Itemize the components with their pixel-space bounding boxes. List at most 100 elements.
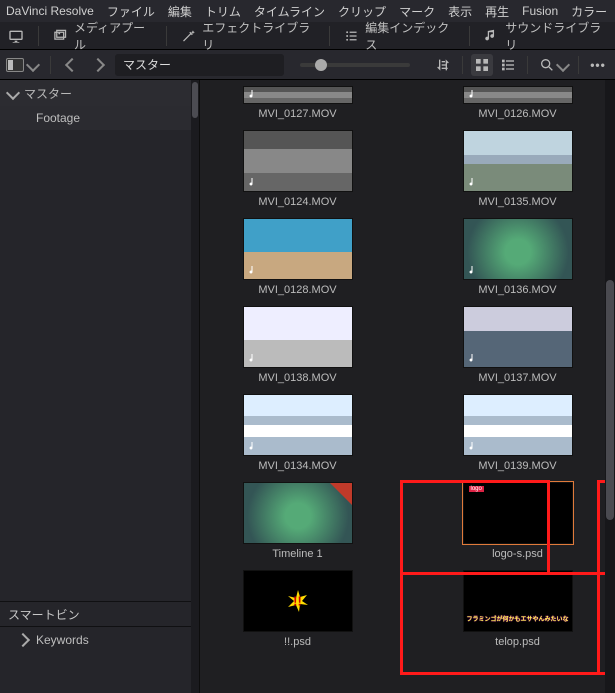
timeline-badge-icon [330, 483, 352, 505]
layout-icon [8, 28, 24, 44]
nav-back-button[interactable] [63, 56, 81, 74]
menu-color[interactable]: カラー [571, 3, 607, 20]
grid-icon [474, 57, 490, 73]
sort-button[interactable] [432, 54, 454, 76]
chevron-right-icon [16, 633, 30, 647]
list-view-icon [500, 57, 516, 73]
clip-thumbnail [243, 86, 353, 104]
master-bin-header[interactable]: マスター [0, 80, 199, 106]
clip-thumbnail [243, 482, 353, 544]
clip-name: telop.psd [434, 636, 602, 648]
menu-view[interactable]: 表示 [448, 3, 472, 20]
media-pool-label: メディアプール [74, 19, 152, 53]
body: マスター Footage スマートビン Keywords MVI_0127.MO… [0, 80, 615, 693]
chevron-down-icon [555, 57, 569, 71]
app-name[interactable]: DaVinci Resolve [6, 4, 94, 18]
search-button[interactable] [536, 54, 570, 76]
menu-timeline[interactable]: タイムライン [254, 3, 325, 20]
audio-icon [248, 440, 260, 452]
telop-text: フラミンゴが何かもエサやんみたいな [464, 614, 572, 623]
thumbnail-view-button[interactable] [471, 54, 493, 76]
audio-icon [248, 88, 260, 100]
clip-thumbnail [463, 218, 573, 280]
clip-item-timeline[interactable]: Timeline 1 [214, 482, 382, 560]
menu-clip[interactable]: クリップ [338, 3, 386, 20]
clip-item[interactable]: MVI_0134.MOV [214, 394, 382, 472]
clip-item-bang-psd[interactable]: !! !!.psd [214, 570, 382, 648]
chevron-left-icon [65, 57, 79, 71]
clip-item-telop-psd[interactable]: フラミンゴが何かもエサやんみたいな telop.psd [434, 570, 602, 648]
main-toolbar: メディアプール エフェクトライブラリ 編集インデックス サウンドライブラリ [0, 22, 615, 50]
master-bin-label: マスター [24, 85, 72, 102]
clip-item[interactable]: MVI_0136.MOV [434, 218, 602, 296]
clip-thumbnail [243, 130, 353, 192]
options-button[interactable]: ••• [587, 54, 609, 76]
menu-playback[interactable]: 再生 [485, 3, 509, 20]
clip-item-logo-psd[interactable]: logo logo-s.psd [434, 482, 602, 560]
content-scrollbar[interactable] [605, 80, 615, 693]
path-text: マスター [123, 56, 171, 73]
scrollbar-thumb[interactable] [606, 280, 614, 520]
browser-toolbar: マスター ••• [0, 50, 615, 80]
panel-layout-button[interactable] [6, 58, 38, 72]
clip-name: logo-s.psd [434, 548, 602, 560]
clip-name: MVI_0137.MOV [434, 372, 602, 384]
clip-name: MVI_0138.MOV [214, 372, 382, 384]
bin-sidebar: マスター Footage スマートビン Keywords [0, 80, 200, 693]
path-field[interactable]: マスター [115, 54, 284, 76]
clip-item[interactable]: MVI_0138.MOV [214, 306, 382, 384]
clip-item[interactable]: MVI_0126.MOV [434, 86, 602, 120]
menu-fusion[interactable]: Fusion [522, 4, 558, 18]
effects-library-label: エフェクトライブラリ [202, 19, 315, 53]
audio-icon [468, 440, 480, 452]
audio-icon [468, 352, 480, 364]
menu-edit[interactable]: 編集 [168, 3, 192, 20]
search-icon [539, 57, 555, 73]
bin-folder-footage[interactable]: Footage [0, 106, 199, 130]
clip-thumbnail [243, 394, 353, 456]
list-view-button[interactable] [497, 54, 519, 76]
edit-index-button[interactable]: 編集インデックス [344, 19, 455, 53]
clip-item[interactable]: MVI_0139.MOV [434, 394, 602, 472]
menu-file[interactable]: ファイル [107, 3, 155, 20]
menu-trim[interactable]: トリム [205, 3, 241, 20]
clip-item[interactable]: MVI_0137.MOV [434, 306, 602, 384]
clip-name: !!.psd [214, 636, 382, 648]
clip-item[interactable]: MVI_0127.MOV [214, 86, 382, 120]
psd-logo-graphic: logo [469, 486, 484, 492]
chevron-right-icon [91, 57, 105, 71]
clip-item[interactable]: MVI_0135.MOV [434, 130, 602, 208]
sound-library-button[interactable]: サウンドライブラリ [484, 19, 607, 53]
media-pool-button[interactable]: メディアプール [53, 19, 152, 53]
thumbnail-size-slider[interactable] [300, 63, 410, 67]
clip-item[interactable]: MVI_0124.MOV [214, 130, 382, 208]
media-grid: MVI_0127.MOV MVI_0126.MOV MVI_0124.MOV M… [200, 80, 615, 693]
clip-name: MVI_0136.MOV [434, 284, 602, 296]
smartbin-keywords[interactable]: Keywords [0, 627, 199, 653]
slider-knob[interactable] [315, 59, 327, 71]
sort-icon [435, 57, 451, 73]
menu-mark[interactable]: マーク [399, 3, 435, 20]
smart-bins-header[interactable]: スマートビン [0, 601, 199, 627]
smartbin-label: Keywords [36, 633, 89, 647]
wand-icon [181, 28, 196, 44]
scrollbar-thumb[interactable] [192, 82, 198, 118]
smart-bins-label: スマートビン [8, 606, 80, 623]
effects-library-button[interactable]: エフェクトライブラリ [181, 19, 315, 53]
clip-name: MVI_0134.MOV [214, 460, 382, 472]
clip-thumbnail [243, 306, 353, 368]
clip-name: MVI_0139.MOV [434, 460, 602, 472]
dots-icon: ••• [590, 58, 606, 72]
clip-thumbnail [243, 218, 353, 280]
media-pool-icon [53, 28, 68, 44]
sidebar-scrollbar[interactable] [191, 80, 199, 693]
clip-item[interactable]: MVI_0128.MOV [214, 218, 382, 296]
layout-toggle[interactable] [8, 28, 24, 44]
clip-thumbnail: logo [463, 482, 573, 544]
audio-icon [248, 264, 260, 276]
clip-thumbnail: !! [243, 570, 353, 632]
sound-library-icon [484, 28, 499, 44]
nav-forward-button[interactable] [89, 56, 107, 74]
edit-index-label: 編集インデックス [365, 19, 455, 53]
disclosure-icon [6, 86, 20, 100]
